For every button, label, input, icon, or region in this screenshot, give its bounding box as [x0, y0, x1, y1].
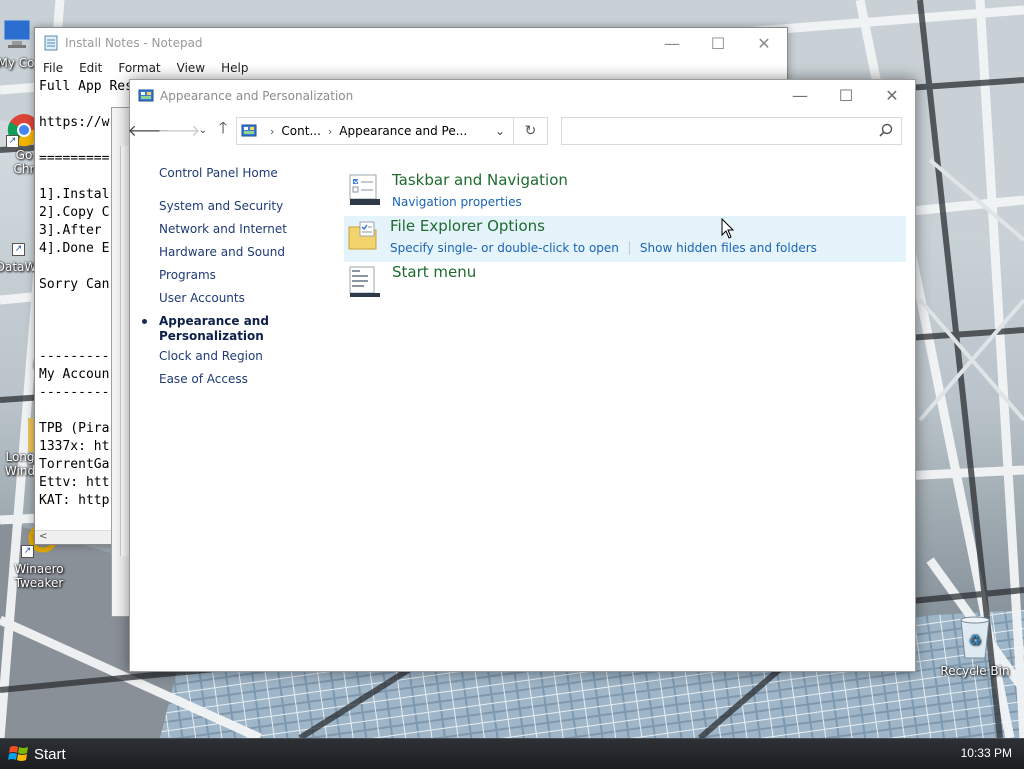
sidebar-item-control-panel-home[interactable]: Control Panel Home — [159, 166, 319, 189]
control-panel-icon — [138, 89, 154, 101]
minimize-button[interactable]: — — [649, 28, 695, 58]
maximize-button[interactable]: ☐ — [695, 28, 741, 58]
breadcrumb-appearance[interactable]: Appearance and Pe... — [339, 124, 467, 138]
taskbar-icon — [349, 174, 380, 205]
desktop-icon-label: My Co — [0, 56, 35, 70]
breadcrumb-control-panel[interactable]: Cont... — [281, 124, 320, 138]
task-link-single-double-click[interactable]: Specify single- or double-click to open — [390, 241, 619, 255]
control-panel-window[interactable]: Appearance and Personalization — ☐ ✕ 🡐 🡒… — [128, 79, 916, 672]
up-button[interactable]: 🡑 — [212, 118, 234, 142]
current-page-bullet-icon — [142, 319, 147, 324]
sidebar-item-user-accounts[interactable]: User Accounts — [159, 291, 319, 314]
desktop-icon-label: Winaero Tweaker — [14, 562, 64, 590]
sidebar-item-appearance-current: Appearance and Personalization — [142, 314, 319, 349]
folder-options-icon — [348, 221, 377, 250]
task-taskbar-navigation: Taskbar and Navigation Navigation proper… — [346, 170, 906, 216]
search-icon[interactable] — [879, 123, 893, 137]
menu-format[interactable]: Format — [110, 61, 168, 75]
notepad-title: Install Notes - Notepad — [65, 36, 203, 50]
task-file-explorer-options[interactable]: File Explorer Options Specify single- or… — [344, 216, 906, 262]
notepad-icon — [44, 35, 58, 51]
menu-view[interactable]: View — [169, 61, 213, 75]
taskbar-clock[interactable]: 10:33 PM — [961, 746, 1012, 760]
task-title[interactable]: Start menu — [392, 263, 476, 281]
recycle-bin-icon: ♻ — [955, 612, 995, 660]
control-panel-titlebar[interactable]: Appearance and Personalization — ☐ ✕ — [130, 80, 915, 111]
shortcut-arrow-icon: ↗ — [6, 135, 19, 148]
computer-icon — [0, 16, 34, 52]
search-box[interactable] — [561, 117, 902, 145]
sidebar-item-clock-region[interactable]: Clock and Region — [159, 349, 319, 372]
start-button[interactable]: Start — [0, 739, 78, 769]
task-title[interactable]: File Explorer Options — [390, 217, 545, 235]
recent-locations-chevron-icon[interactable]: ⌄ — [192, 118, 214, 142]
sidebar-item-hardware-sound[interactable]: Hardware and Sound — [159, 245, 319, 268]
sidebar-item-label: Appearance and Personalization — [159, 314, 269, 343]
taskbar: Start 10:33 PM — [0, 738, 1024, 769]
notepad-menubar: File Edit Format View Help — [35, 58, 787, 78]
sidebar-item-network-internet[interactable]: Network and Internet — [159, 222, 319, 245]
control-panel-icon — [241, 124, 257, 137]
window-title: Appearance and Personalization — [160, 88, 354, 103]
shortcut-arrow-icon: ↗ — [21, 545, 34, 558]
sidebar-item-ease-of-access[interactable]: Ease of Access — [159, 372, 319, 395]
task-link-navigation-properties[interactable]: Navigation properties — [392, 195, 522, 209]
task-link-show-hidden-files[interactable]: Show hidden files and folders — [640, 241, 817, 255]
refresh-button[interactable]: ↻ — [514, 117, 548, 145]
shortcut-arrow-icon: ↗ — [12, 243, 25, 256]
link-divider — [628, 241, 630, 255]
close-button[interactable]: ✕ — [741, 28, 787, 58]
sidebar-nav: Control Panel Home System and Security N… — [142, 166, 319, 395]
windows-flag-icon — [8, 746, 28, 761]
breadcrumb-separator-icon[interactable]: › — [270, 125, 274, 138]
mouse-cursor-icon — [721, 218, 735, 239]
sidebar-item-system-security[interactable]: System and Security — [159, 199, 319, 222]
task-start-menu: Start menu — [346, 262, 906, 308]
minimize-button[interactable]: — — [777, 80, 823, 110]
forward-button[interactable]: 🡒 — [158, 118, 201, 142]
sidebar-item-programs[interactable]: Programs — [159, 268, 319, 291]
horizontal-scrollbar[interactable]: < — [35, 530, 113, 544]
address-dropdown-chevron-icon[interactable]: ⌄ — [491, 122, 509, 140]
menu-file[interactable]: File — [35, 61, 71, 75]
notepad-titlebar[interactable]: Install Notes - Notepad — ☐ ✕ — [35, 28, 787, 58]
close-button[interactable]: ✕ — [869, 80, 915, 110]
start-menu-icon — [349, 266, 380, 297]
desktop-icon-recycle-bin[interactable]: ♻ Recycle Bin — [937, 612, 1013, 678]
task-title[interactable]: Taskbar and Navigation — [392, 171, 568, 189]
desktop-icon-label: Recycle Bin — [940, 664, 1010, 678]
desktop-icon-label: DataW — [0, 260, 37, 274]
address-toolbar: 🡐 🡒 ⌄ 🡑 › Cont... › Appearance and Pe...… — [128, 112, 915, 148]
svg-text:♻: ♻ — [969, 633, 982, 649]
notepad-line: Full App Res — [39, 79, 133, 94]
menu-edit[interactable]: Edit — [71, 61, 110, 75]
search-input[interactable] — [568, 119, 872, 145]
menu-help[interactable]: Help — [213, 61, 256, 75]
breadcrumb-separator-icon[interactable]: › — [328, 125, 332, 138]
app-icon: ↗ — [0, 236, 34, 256]
address-bar[interactable]: › Cont... › Appearance and Pe... ⌄ — [236, 117, 514, 145]
task-list: Taskbar and Navigation Navigation proper… — [344, 170, 906, 308]
scroll-left-icon[interactable]: < — [39, 531, 47, 542]
maximize-button[interactable]: ☐ — [823, 80, 869, 110]
start-label: Start — [34, 745, 66, 763]
folder-icon — [2, 416, 38, 452]
